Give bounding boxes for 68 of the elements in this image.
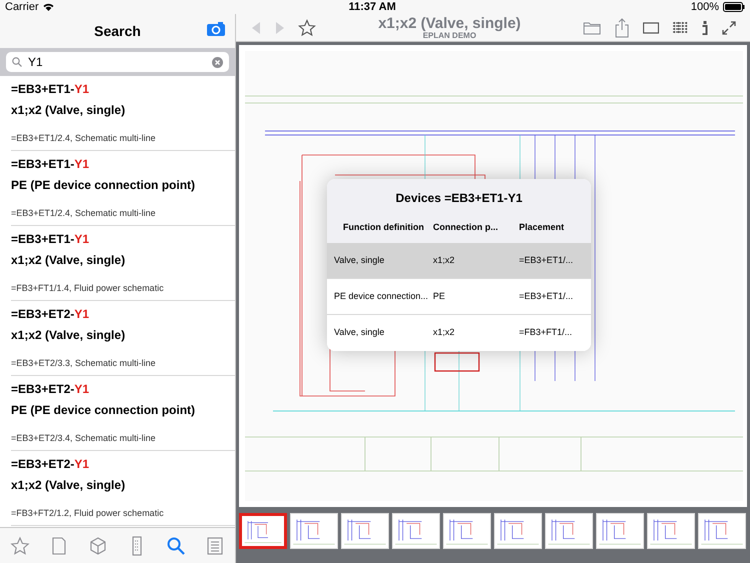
device-row[interactable]: Valve, single x1;x2 =FB3+FT1/... <box>327 315 591 351</box>
function-name: x1;x2 (Valve, single) <box>11 477 126 494</box>
table-cell-text: Valve, single <box>333 326 386 340</box>
single-page-icon[interactable] <box>643 22 659 34</box>
table-cell-text: PE <box>433 290 446 303</box>
device-tag: =EB3+ET2-Y1 <box>11 304 229 324</box>
page-location: =EB3+ET2/3.4, Schematic multi-line <box>11 432 157 444</box>
wifi-icon <box>42 3 54 11</box>
star-icon <box>10 536 30 556</box>
device-tag: =EB3+ET2-Y1 <box>11 379 229 399</box>
table-cell-text: =FB3+FT1/... <box>519 326 574 340</box>
function-name: PE (PE device connection point) <box>11 402 196 419</box>
table-cell-text: =EB3+ET1/... <box>519 290 574 303</box>
carrier-label: Carrier <box>5 0 39 15</box>
search-field[interactable]: Y1 <box>6 52 229 72</box>
camera-button[interactable] <box>207 22 225 36</box>
result-item[interactable]: =EB3+ET2-Y1 PE (PE device connection point) =EB3+ET2/3.4, Schematic multi-line <box>11 376 235 451</box>
page-thumbnail[interactable] <box>239 513 287 549</box>
result-item[interactable]: =EB3+ET2-Y1 x1;x2 (Valve, single) =EB3+ET2/3.3, Schematic multi-line <box>11 301 235 376</box>
star-icon <box>298 18 316 36</box>
device-tag: =EB3+ET2-Y1 <box>11 454 229 474</box>
search-icon <box>12 57 22 67</box>
document-title: x1;x2 (Valve, single) <box>378 16 521 30</box>
table-cell-text: Valve, single <box>333 254 386 267</box>
cube-icon <box>88 536 108 556</box>
page-location: =FB3+FT2/1.2, Fluid power schematic <box>11 506 165 520</box>
device-row[interactable]: Valve, single x1;x2 =EB3+ET1/... <box>327 243 591 279</box>
camera-icon <box>207 22 225 36</box>
function-name: x1;x2 (Valve, single) <box>11 102 126 119</box>
battery-icon <box>723 2 745 12</box>
popover-title: Devices =EB3+ET1-Y1 <box>394 190 524 207</box>
page-location: =EB3+ET1/2.4, Schematic multi-line <box>11 132 157 144</box>
result-item[interactable]: =EB3+ET1-Y1 PE (PE device connection point) =EB3+ET1/2.4, Schematic multi-line <box>11 151 235 226</box>
device-tag: =EB3+ET1-Y1 <box>11 79 229 99</box>
forward-arrow-icon <box>274 20 286 34</box>
column-header: Function definition <box>342 221 425 234</box>
device-row[interactable]: PE device connection... PE =EB3+ET1/... <box>327 279 591 315</box>
device-tag: =EB3+ET1-Y1 <box>11 229 229 249</box>
table-cell-text: x1;x2 <box>433 254 456 267</box>
clear-icon[interactable] <box>212 56 223 68</box>
info-icon[interactable] <box>702 20 708 34</box>
device-tag: =EB3+ET1-Y1 <box>11 154 229 174</box>
expand-icon[interactable] <box>722 20 736 34</box>
function-name: x1;x2 (Valve, single) <box>11 252 126 269</box>
function-name: x1;x2 (Valve, single) <box>11 327 126 344</box>
result-item[interactable]: =EB3+ET2-Y1 x1;x2 (Valve, single) =FB3+FT2/1.2, Fluid power schematic <box>11 451 235 526</box>
folder-icon[interactable] <box>583 20 601 34</box>
search-icon <box>166 536 186 556</box>
document-subtitle: EPLAN DEMO <box>422 32 476 40</box>
sidebar-title: Search <box>94 22 141 40</box>
grid-icon[interactable] <box>673 22 688 34</box>
share-icon[interactable] <box>615 18 629 38</box>
back-arrow-icon <box>250 20 262 34</box>
column-header: Placement <box>519 221 566 234</box>
list-icon <box>205 536 226 556</box>
column-header: Connection p... <box>433 221 499 234</box>
clock-time: 11:37 AM <box>348 0 396 15</box>
battery-percent: 100% <box>690 0 719 15</box>
favorite-button[interactable] <box>298 18 316 36</box>
page-location: =FB3+FT1/1.4, Fluid power schematic <box>11 282 165 295</box>
table-cell-text: =EB3+ET1/... <box>519 254 574 267</box>
page-location: =EB3+ET1/2.4, Schematic multi-line <box>11 206 157 220</box>
page-location: =EB3+ET2/3.3, Schematic multi-line <box>11 356 157 370</box>
result-item[interactable]: =EB3+ET1-Y1 x1;x2 (Valve, single) =FB3+FT1/1.4, Fluid power schematic <box>11 226 235 301</box>
table-cell-text: x1;x2 <box>433 326 456 340</box>
result-item[interactable]: =EB3+ET1-Y1 x1;x2 (Valve, single) =EB3+ET1/2.4, Schematic multi-line <box>11 76 235 151</box>
table-cell-text: PE device connection... <box>333 290 430 303</box>
function-name: PE (PE device connection point) <box>11 177 196 194</box>
